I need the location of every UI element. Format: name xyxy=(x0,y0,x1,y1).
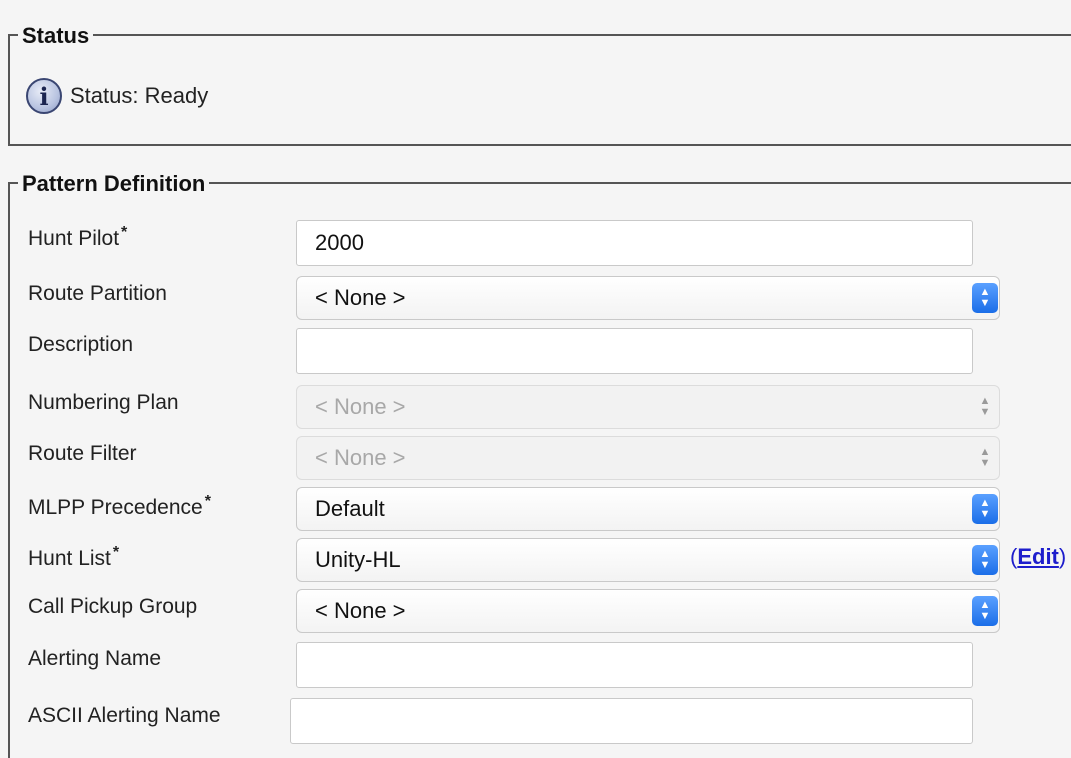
hunt-list-edit-link-wrapper: (Edit) xyxy=(1010,544,1067,569)
route-filter-label: Route Filter xyxy=(28,442,137,465)
route-partition-label: Route Partition xyxy=(28,282,167,305)
route-filter-select[interactable]: < None > ▲ ▼ xyxy=(296,436,1000,480)
updown-chevron-icon: ▲ ▼ xyxy=(972,596,998,626)
status-group xyxy=(8,36,10,146)
numbering-plan-value: < None > xyxy=(315,394,406,419)
numbering-plan-label: Numbering Plan xyxy=(28,391,179,414)
call-pickup-group-select[interactable]: < None > ▲ ▼ xyxy=(296,589,1000,633)
updown-chevron-icon: ▲ ▼ xyxy=(979,446,991,469)
ascii-alerting-name-label: ASCII Alerting Name xyxy=(28,704,221,727)
pattern-definition-legend: Pattern Definition xyxy=(18,172,210,196)
description-label: Description xyxy=(28,333,134,356)
status-group-top-border xyxy=(8,34,1071,36)
mlpp-precedence-value: Default xyxy=(315,496,385,521)
status-message: Status: Ready xyxy=(70,83,209,108)
hunt-list-value: Unity-HL xyxy=(315,547,401,572)
hunt-pilot-input[interactable]: 2000 xyxy=(296,220,973,266)
route-filter-value: < None > xyxy=(315,445,406,470)
status-group-bottom-border xyxy=(8,144,1071,146)
updown-chevron-icon: ▲ ▼ xyxy=(972,545,998,575)
required-marker: * xyxy=(204,493,211,510)
mlpp-precedence-select[interactable]: Default ▲ ▼ xyxy=(296,487,1000,531)
hunt-list-label: Hunt List * xyxy=(28,544,120,570)
status-legend: Status xyxy=(18,24,94,48)
hunt-list-edit-link[interactable]: Edit xyxy=(1017,544,1059,569)
info-icon: i xyxy=(26,78,62,114)
updown-chevron-icon: ▲ ▼ xyxy=(979,395,991,418)
hunt-pilot-label: Hunt Pilot * xyxy=(28,224,128,250)
alerting-name-label: Alerting Name xyxy=(28,647,162,670)
required-marker: * xyxy=(121,224,128,241)
hunt-list-select[interactable]: Unity-HL ▲ ▼ xyxy=(296,538,1000,582)
mlpp-precedence-label: MLPP Precedence * xyxy=(28,493,211,519)
status-row: i Status: Ready xyxy=(26,78,208,114)
numbering-plan-select[interactable]: < None > ▲ ▼ xyxy=(296,385,1000,429)
call-pickup-group-value: < None > xyxy=(315,598,406,623)
description-input[interactable] xyxy=(296,328,973,374)
alerting-name-input[interactable] xyxy=(296,642,973,688)
route-partition-value: < None > xyxy=(315,285,406,310)
updown-chevron-icon: ▲ ▼ xyxy=(972,494,998,524)
call-pickup-group-label: Call Pickup Group xyxy=(28,595,198,618)
route-partition-select[interactable]: < None > ▲ ▼ xyxy=(296,276,1000,320)
ascii-alerting-name-input[interactable] xyxy=(290,698,973,744)
pattern-definition-group xyxy=(8,184,10,758)
required-marker: * xyxy=(112,544,120,561)
updown-chevron-icon: ▲ ▼ xyxy=(972,283,998,313)
